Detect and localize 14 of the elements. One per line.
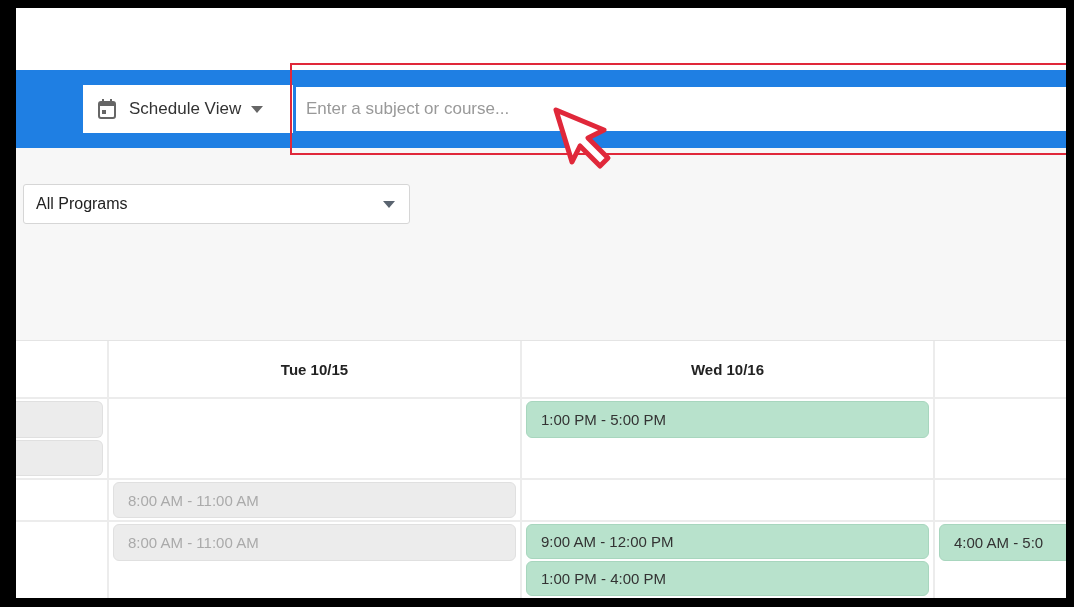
time-slot[interactable]: 1:00 PM - 4:00 PM: [526, 561, 929, 596]
time-slot[interactable]: 1:00 PM - 5:00 PM: [526, 401, 929, 438]
calendar-icon: [97, 98, 117, 120]
time-slot[interactable]: [16, 401, 103, 438]
time-slot[interactable]: [16, 439, 103, 476]
time-slot[interactable]: 9:00 AM - 12:00 PM: [526, 524, 929, 559]
time-slot[interactable]: 4:00 AM - 5:0: [939, 524, 1066, 561]
day-header: Tue 10/15: [280, 360, 349, 378]
view-dropdown[interactable]: Schedule View: [83, 85, 293, 133]
search-field[interactable]: Enter a subject or course...: [296, 87, 1066, 131]
caret-icon: [383, 200, 395, 208]
caret-icon: [251, 105, 264, 113]
program-dropdown[interactable]: All Programs: [23, 184, 410, 224]
day-header: Wed 10/16: [690, 360, 765, 378]
